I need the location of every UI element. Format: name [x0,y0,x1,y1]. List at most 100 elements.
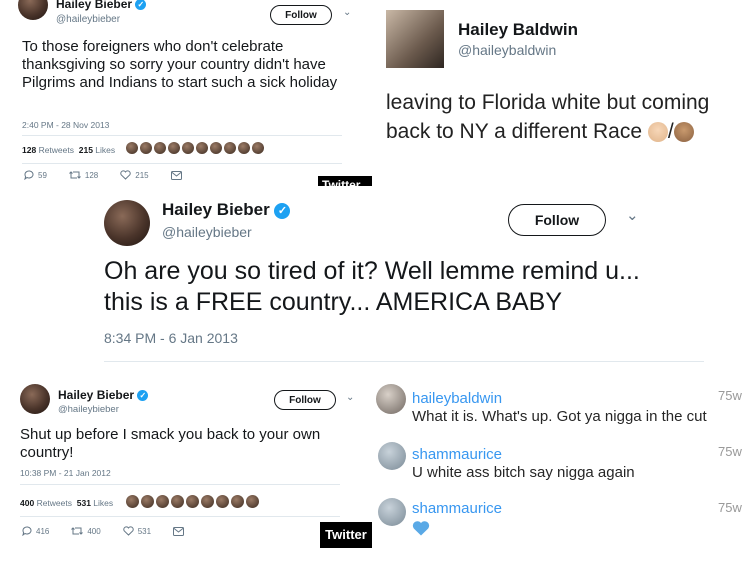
engagement-stats: 128 Retweets 215 Likes [22,145,115,155]
retweets-label: Retweets [36,498,72,508]
like-button[interactable]: 531 [123,526,151,536]
follow-button[interactable]: Follow [508,204,606,236]
divider [22,163,342,164]
liker-avatar[interactable] [231,495,244,508]
message-button[interactable] [173,526,185,536]
liker-avatar[interactable] [126,495,139,508]
likes-count[interactable]: 531 [77,498,91,508]
comment-username[interactable]: haileybaldwin [412,390,502,407]
reply-count: 59 [38,170,47,180]
liker-avatar[interactable] [141,495,154,508]
heart-icon [123,526,134,536]
avatar[interactable] [20,384,50,414]
tweet-text: Shut up before I smack you back to your … [20,426,321,461]
follow-button[interactable]: Follow [274,390,336,410]
liker-avatars[interactable] [126,495,259,508]
reply-button[interactable]: 59 [24,170,47,180]
liker-avatar[interactable] [224,142,236,154]
comment-row: shammaurice U white ass bitch say nigga … [372,436,748,492]
tweet-timestamp[interactable]: 2:40 PM - 28 Nov 2013 [22,120,109,130]
chevron-down-icon[interactable]: ⌄ [346,392,354,403]
display-name[interactable]: Hailey Bieber ✓ [56,0,147,11]
retweet-button[interactable]: 128 [69,170,98,180]
comment-text: U white ass bitch say nigga again [412,464,635,481]
likes-count[interactable]: 215 [79,145,93,155]
user-handle[interactable]: @haileybieber [162,224,252,240]
separator-text: / [667,119,674,143]
message-button[interactable] [170,170,182,180]
liker-avatar[interactable] [154,142,166,154]
retweets-count[interactable]: 128 [22,145,36,155]
verified-badge-icon: ✓ [137,390,149,402]
display-name[interactable]: Hailey Bieber ✓ [162,200,291,220]
reply-count: 416 [36,526,50,536]
comment-time: 75w [718,500,742,515]
divider [22,135,342,136]
like-count: 531 [137,526,152,536]
liker-avatar[interactable] [186,495,199,508]
comment-text: What it is. What's up. Got ya nigga in t… [412,408,707,425]
avatar[interactable] [18,0,48,20]
divider [20,516,340,517]
liker-avatar[interactable] [156,495,169,508]
tweet-actions: 416 400 531 [22,526,185,536]
follow-button[interactable]: Follow [270,5,332,25]
display-name-text: Hailey Bieber [56,0,133,11]
liker-avatar[interactable] [210,142,222,154]
avatar[interactable] [386,10,444,68]
display-name-text: Hailey Bieber [58,388,135,402]
comment-username[interactable]: shammaurice [412,446,502,463]
reply-button[interactable]: 416 [22,526,49,536]
liker-avatar[interactable] [140,142,152,154]
liker-avatar[interactable] [246,495,259,508]
like-button[interactable]: 215 [120,170,149,180]
tweet-timestamp[interactable]: 8:34 PM - 6 Jan 2013 [104,330,238,346]
comment-time: 75w [718,444,742,459]
envelope-icon [170,170,182,180]
twitter-watermark: Twitter [320,522,372,548]
avatar[interactable] [104,200,150,246]
avatar[interactable] [376,384,406,414]
avatar[interactable] [378,498,406,526]
user-handle[interactable]: @haileybaldwin [458,42,556,58]
liker-avatars[interactable] [126,142,264,154]
tweet-timestamp[interactable]: 10:38 PM - 21 Jan 2012 [20,468,111,478]
retweets-count[interactable]: 400 [20,498,34,508]
comment-username[interactable]: shammaurice [412,500,502,517]
avatar[interactable] [378,442,406,470]
chevron-down-icon[interactable]: ⌄ [343,7,351,18]
liker-avatar[interactable] [238,142,250,154]
tweet-panel-america: Hailey Bieber ✓ @haileybieber Follow ⌄ O… [82,186,748,376]
chevron-down-icon[interactable]: ⌄ [626,206,639,224]
likes-label: Likes [95,145,116,155]
liker-avatar[interactable] [168,142,180,154]
blue-heart-icon [412,521,430,536]
liker-avatar[interactable] [171,495,184,508]
verified-badge-icon: ✓ [274,202,291,219]
envelope-icon [173,526,185,536]
liker-avatar[interactable] [196,142,208,154]
liker-avatar[interactable] [182,142,194,154]
twitter-watermark: Twitter [318,176,372,186]
tweet-text: leaving to Florida white but coming back… [386,89,716,146]
liker-avatar[interactable] [201,495,214,508]
engagement-stats: 400 Retweets 531 Likes [20,498,113,508]
tan-face-emoji-icon [673,121,694,142]
display-name[interactable]: Hailey Bieber ✓ [58,388,149,402]
retweet-count: 400 [87,526,101,536]
liker-avatar[interactable] [216,495,229,508]
user-handle[interactable]: @haileybieber [58,404,119,415]
retweet-icon [71,527,84,535]
liker-avatar[interactable] [126,142,138,154]
like-count: 215 [135,170,149,180]
verified-badge-icon: ✓ [135,0,147,11]
retweets-label: Retweets [38,145,74,155]
liker-avatar[interactable] [252,142,264,154]
retweet-icon [69,171,81,179]
user-handle[interactable]: @haileybieber [56,14,120,25]
divider [104,361,704,362]
heart-icon [120,170,131,180]
display-name[interactable]: Hailey Baldwin [458,20,578,40]
reply-icon [22,526,32,536]
retweet-button[interactable]: 400 [71,526,101,536]
